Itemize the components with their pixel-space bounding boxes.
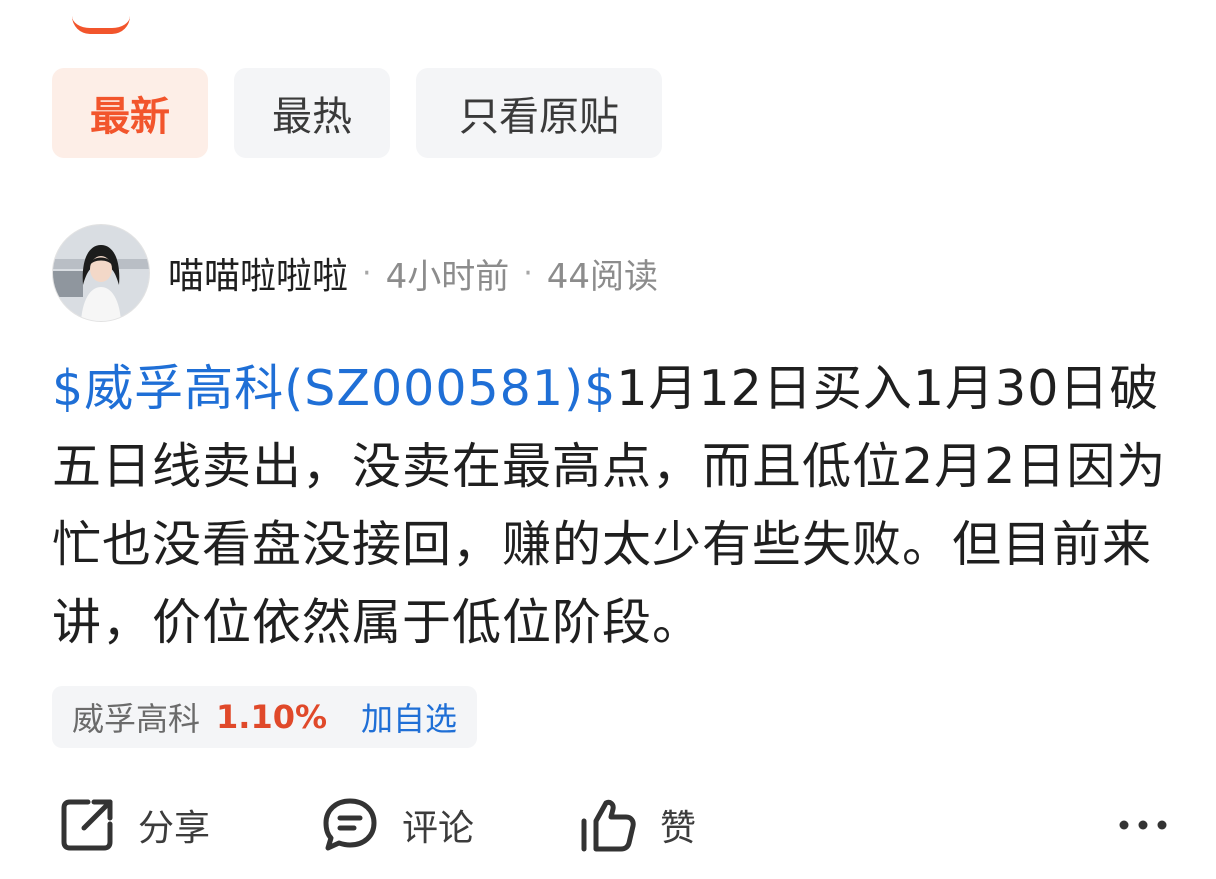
action-bar: 分享 评论 赞	[58, 790, 1168, 860]
comment-icon	[323, 798, 377, 851]
filter-tabs: 最新 最热 只看原贴	[52, 68, 662, 158]
stock-link[interactable]: $威孚高科(SZ000581)$	[52, 360, 616, 417]
avatar[interactable]	[52, 224, 150, 322]
share-icon	[61, 799, 113, 851]
stock-chip-change: 1.10%	[216, 698, 328, 736]
tab-latest[interactable]: 最新	[52, 68, 208, 158]
top-accent-decoration	[72, 16, 130, 34]
add-to-watchlist-button[interactable]: 加自选	[361, 694, 457, 740]
post-header: 喵喵啦啦啦 · 4小时前 · 44阅读	[52, 224, 658, 322]
meta-separator: ·	[523, 255, 533, 291]
like-label: 赞	[660, 808, 697, 849]
comment-button[interactable]: 评论	[320, 790, 474, 860]
comment-label: 评论	[402, 808, 475, 849]
avatar-image	[53, 225, 149, 321]
thumbs-up-icon	[581, 799, 636, 852]
read-count: 44阅读	[546, 256, 659, 297]
share-label: 分享	[138, 808, 211, 849]
like-button[interactable]: 赞	[578, 790, 696, 860]
more-icon	[1119, 820, 1167, 830]
stock-chip[interactable]: 威孚高科 1.10% 加自选	[52, 686, 478, 748]
meta-separator: ·	[362, 255, 372, 291]
stock-chip-name: 威孚高科	[72, 700, 201, 738]
tab-hot[interactable]: 最热	[234, 68, 390, 158]
author-name[interactable]: 喵喵啦啦啦	[168, 247, 348, 299]
more-button[interactable]	[1118, 790, 1168, 860]
post-detail-page: 最新 最热 只看原贴 喵喵啦啦啦 · 4小时前 · 44阅读 $威孚高科(SZ0…	[0, 0, 1216, 879]
post-content: $威孚高科(SZ000581)$1月12日买入1月30日破五日线卖出，没卖在最高…	[52, 350, 1172, 662]
tab-original-post-only[interactable]: 只看原贴	[416, 68, 662, 158]
share-button[interactable]: 分享	[58, 790, 210, 860]
post-time: 4小时前	[385, 256, 510, 297]
